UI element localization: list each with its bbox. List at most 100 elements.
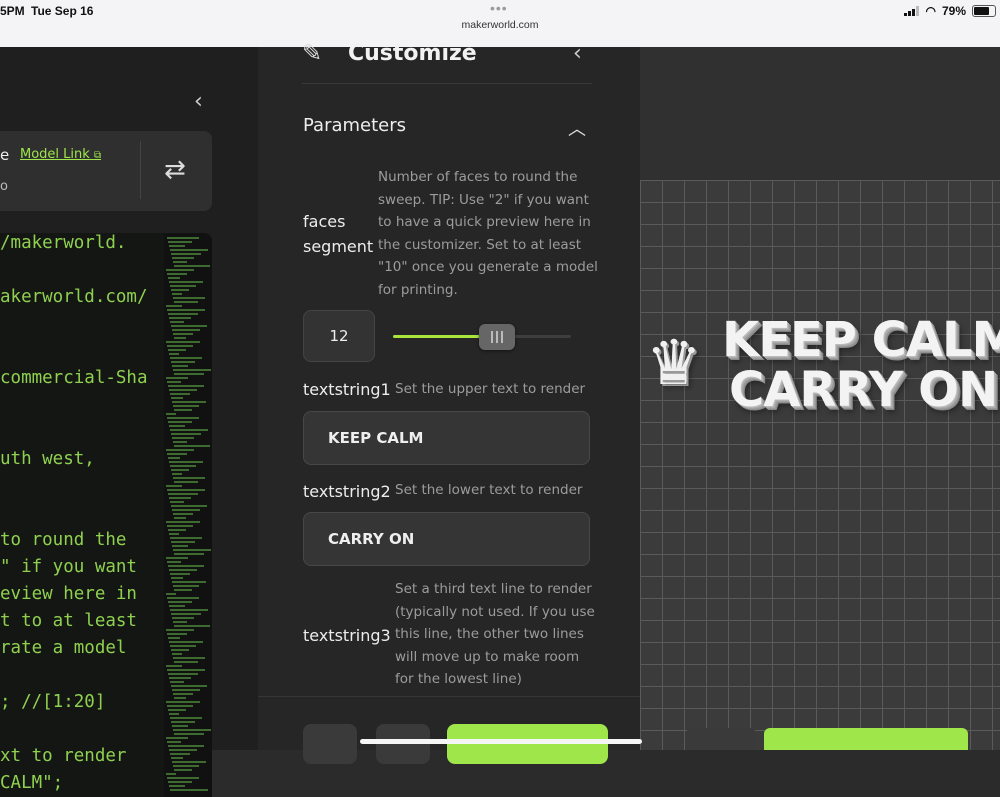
minimap-line	[169, 641, 203, 643]
minimap-line	[166, 305, 182, 307]
minimap-line	[172, 293, 182, 295]
minimap-line	[171, 325, 207, 327]
model-viewport[interactable]: ♛ KEEP CALM CARRY ON	[640, 47, 1000, 750]
build-plate-grid	[640, 180, 1000, 750]
code-panel: ‹ e Model Link ⧉ o ⇄ /makerworld. akerwor…	[0, 47, 258, 797]
crown-icon: ♛	[646, 326, 702, 399]
minimap-line	[166, 485, 182, 487]
minimap-line	[171, 253, 201, 255]
minimap-line	[169, 389, 197, 391]
code-line: uth west,	[0, 449, 95, 469]
minimap-line	[169, 569, 197, 571]
minimap-line	[174, 517, 186, 519]
code-line: commercial-Sha	[0, 368, 148, 388]
address-bar-url[interactable]: makerworld.com	[0, 19, 1000, 31]
minimap-line	[171, 721, 195, 723]
minimap-line	[167, 381, 181, 383]
footer-icon-button[interactable]	[303, 724, 357, 764]
minimap-line	[173, 549, 211, 551]
minimap-line	[166, 701, 200, 703]
minimap-line	[174, 769, 192, 771]
minimap-line	[174, 661, 198, 663]
minimap-line	[172, 365, 188, 367]
faces-segment-number-input[interactable]: 12	[303, 310, 375, 362]
minimap-line	[172, 761, 206, 763]
minimap-line	[172, 437, 194, 439]
minimap-line	[168, 277, 180, 279]
minimap-line	[166, 557, 188, 559]
minimap-line	[173, 585, 199, 587]
minimap-line	[168, 601, 192, 603]
minimap-line	[166, 341, 200, 343]
minimap-line	[170, 537, 202, 539]
viewport-tool-button[interactable]	[686, 728, 756, 750]
minimap-line	[172, 545, 188, 547]
textstring1-input[interactable]: KEEP CALM	[303, 411, 590, 465]
status-bar: 5PM Tue Sep 16 ••• makerworld.com ◠ 79%	[0, 0, 1000, 47]
minimap-line	[170, 789, 208, 791]
panel-title: Customize	[348, 41, 477, 66]
minimap-line	[166, 773, 176, 775]
code-minimap[interactable]	[164, 233, 212, 797]
minimap-line	[170, 429, 208, 431]
minimap-line	[168, 349, 186, 351]
minimap-line	[168, 673, 198, 675]
minimap-line	[174, 589, 192, 591]
minimap-line	[173, 693, 193, 695]
minimap-line	[173, 765, 199, 767]
minimap-line	[171, 757, 183, 759]
code-line: CALM";	[0, 773, 64, 793]
minimap-line	[174, 301, 198, 303]
minimap-line	[170, 609, 208, 611]
swap-icon[interactable]: ⇄	[164, 155, 186, 185]
minimap-line	[167, 273, 187, 275]
minimap-line	[170, 753, 190, 755]
textstring2-input[interactable]: CARRY ON	[303, 512, 590, 566]
minimap-line	[169, 749, 197, 751]
minimap-line	[168, 565, 204, 567]
battery-percent: 79%	[941, 4, 966, 18]
minimap-line	[173, 729, 211, 731]
minimap-line	[166, 665, 182, 667]
minimap-line	[174, 265, 210, 267]
param-desc-textstring2: Set the lower text to render	[395, 482, 583, 498]
parameters-section-title[interactable]: Parameters	[303, 115, 406, 136]
minimap-line	[172, 653, 182, 655]
minimap-line	[170, 393, 190, 395]
generate-button[interactable]	[447, 724, 608, 764]
model-link[interactable]: Model Link ⧉	[20, 147, 101, 162]
code-line: rate a model	[0, 638, 127, 658]
minimap-line	[173, 369, 211, 371]
status-date: Tue Sep 16	[31, 4, 94, 18]
model-card: e Model Link ⧉ o ⇄	[0, 131, 212, 211]
minimap-line	[170, 321, 184, 323]
minimap-line	[170, 501, 184, 503]
minimap-line	[169, 281, 203, 283]
collapse-left-icon[interactable]: ‹	[194, 89, 203, 114]
minimap-line	[171, 577, 183, 579]
slider-thumb[interactable]	[479, 324, 515, 350]
minimap-line	[167, 237, 199, 239]
chevron-up-icon[interactable]: ︿	[568, 115, 586, 141]
param-label-textstring3: textstring3	[303, 626, 391, 645]
minimap-line	[166, 737, 188, 739]
minimap-line	[174, 409, 192, 411]
viewport-action-button[interactable]	[764, 728, 968, 750]
code-line: to round the	[0, 530, 127, 550]
slider-fill	[393, 335, 493, 338]
minimap-line	[171, 289, 189, 291]
minimap-line	[172, 581, 206, 583]
minimap-line	[170, 465, 196, 467]
collapse-panel-icon[interactable]: ‹	[573, 41, 582, 66]
model-text-line1: KEEP CALM	[722, 312, 1000, 368]
minimap-line	[167, 309, 205, 311]
footer-icon-button[interactable]	[376, 724, 430, 764]
minimap-line	[167, 705, 193, 707]
status-time: 5PM	[0, 4, 25, 18]
minimap-line	[171, 469, 189, 471]
minimap-line	[171, 397, 183, 399]
minimap-line	[171, 505, 207, 507]
code-editor[interactable]: /makerworld. akerworld.com/commercial-Sha…	[0, 233, 212, 797]
more-dots-icon[interactable]: •••	[490, 0, 508, 16]
home-indicator	[360, 739, 642, 744]
